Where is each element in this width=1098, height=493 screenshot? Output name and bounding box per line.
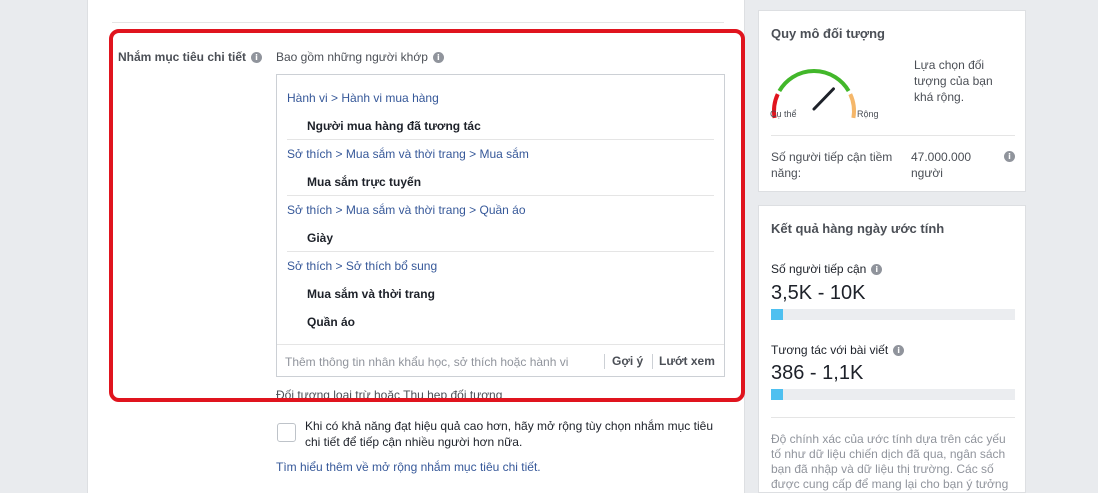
gauge-right-label: Rộng bbox=[857, 109, 879, 119]
audience-description: Lựa chọn đối tượng của bạn khá rộng. bbox=[914, 58, 993, 104]
info-icon[interactable]: i bbox=[1004, 151, 1015, 162]
engagement-metric-label: Tương tác với bài viết i bbox=[771, 343, 905, 357]
potential-reach-label: Số người tiếp cận tiềm năng: bbox=[771, 150, 893, 180]
daily-results-card: Kết quả hàng ngày ước tính Số người tiếp… bbox=[758, 205, 1026, 493]
card-divider bbox=[771, 417, 1015, 418]
engagement-metric-value: 386 - 1,1K bbox=[771, 362, 864, 384]
potential-reach-value: 47.000.000 người bbox=[911, 150, 972, 180]
expand-targeting-text: Khi có khả năng đạt hiệu quả cao hơn, hã… bbox=[305, 419, 713, 449]
reach-bar bbox=[771, 309, 1015, 320]
reach-metric-label: Số người tiếp cận i bbox=[771, 262, 883, 276]
engagement-bar-fill bbox=[771, 389, 784, 400]
highlight-annotation bbox=[109, 29, 745, 402]
reach-metric-value: 3,5K - 10K bbox=[771, 282, 866, 304]
reach-label-text: Số người tiếp cận bbox=[771, 262, 867, 276]
learn-more-link[interactable]: Tìm hiểu thêm về mở rộng nhắm mục tiêu c… bbox=[276, 460, 541, 474]
top-divider bbox=[112, 22, 724, 23]
gauge-orange-segment bbox=[848, 93, 856, 119]
audience-size-card: Quy mô đối tượng Cụ thể Rộng Lựa chọn đố… bbox=[758, 10, 1026, 192]
info-icon[interactable]: i bbox=[871, 263, 883, 275]
daily-results-title: Kết quả hàng ngày ước tính bbox=[771, 221, 945, 236]
expand-targeting-checkbox[interactable] bbox=[277, 423, 296, 442]
card-divider bbox=[771, 135, 1015, 136]
gauge-green-segment bbox=[777, 69, 851, 93]
engagement-label-text: Tương tác với bài viết bbox=[771, 343, 889, 357]
accuracy-note: Độ chính xác của ước tính dựa trên các y… bbox=[771, 432, 1009, 491]
gauge-needle bbox=[812, 87, 835, 111]
engagement-bar bbox=[771, 389, 1015, 400]
audience-size-title: Quy mô đối tượng bbox=[771, 26, 885, 41]
info-icon[interactable]: i bbox=[893, 344, 905, 356]
reach-bar-fill bbox=[771, 309, 784, 320]
gauge-left-label: Cụ thể bbox=[770, 109, 797, 119]
